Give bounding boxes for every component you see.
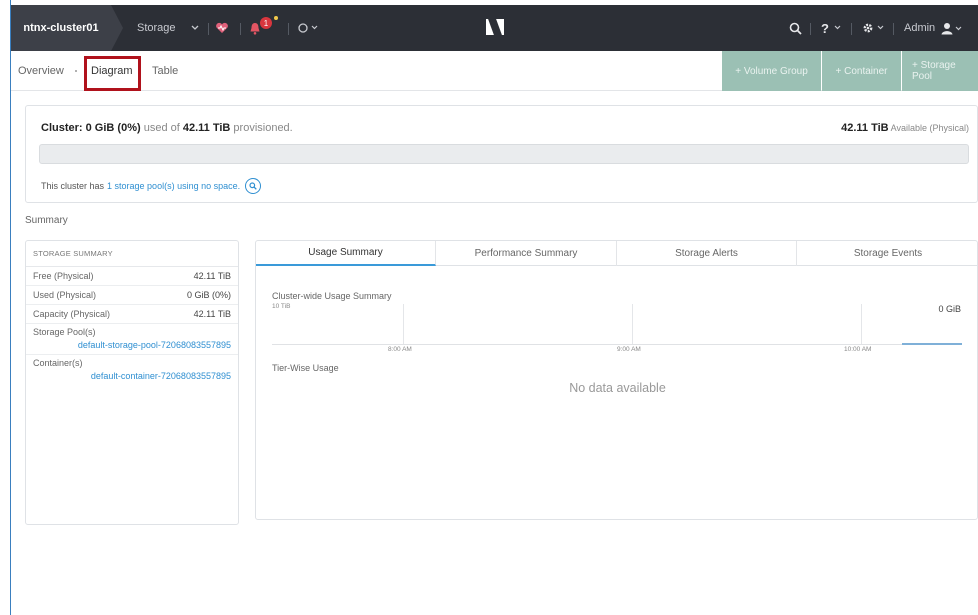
tab-storage-events[interactable]: Storage Events [797,241,978,266]
storage-pools-block: Storage Pool(s) default-storage-pool-720… [26,324,238,355]
add-volume-group-button[interactable]: + Volume Group [722,51,821,91]
containers-label: Container(s) [33,358,83,368]
add-storage-pool-button[interactable]: + Storage Pool [902,51,978,91]
cluster-usage-title: Cluster-wide Usage Summary [272,291,392,301]
container-link[interactable]: default-container-72068083557895 [33,371,231,381]
x-tick-label: 8:00 AM [388,346,412,353]
storage-menu-label: Storage [137,22,176,34]
tab-table[interactable]: Table [152,51,178,91]
tab-performance-summary[interactable]: Performance Summary [436,241,617,266]
cluster-name-arrow [111,5,123,51]
cluster-usage-line: Cluster: 0 GiB (0%) used of 42.11 TiB pr… [41,122,293,134]
diagram-tab-highlight [84,56,141,91]
warning-dot [274,16,278,20]
cluster-available: 42.11 TiB Available (Physical) [841,122,969,134]
x-tick-label: 10:00 AM [844,346,872,353]
divider [288,23,289,35]
user-menu[interactable]: Admin [904,5,963,51]
row-value: 0 GiB (0%) [186,290,231,300]
storage-summary-panel: STORAGE SUMMARY Free (Physical) 42.11 Ti… [25,240,239,525]
circle-icon[interactable] [298,5,320,51]
summary-row: Free (Physical) 42.11 TiB [26,267,238,286]
available-label: Available (Physical) [890,123,969,133]
row-label: Used (Physical) [33,290,97,300]
help-icon[interactable]: ? [821,5,845,51]
summary-row: Used (Physical) 0 GiB (0%) [26,286,238,305]
cluster-prefix: Cluster: [41,122,83,134]
divider [810,23,811,35]
summary-row: Capacity (Physical) 42.11 TiB [26,305,238,324]
user-name: Admin [904,22,936,34]
heart-icon[interactable] [215,5,229,51]
tab-storage-alerts[interactable]: Storage Alerts [617,241,797,266]
user-icon [941,22,962,34]
add-container-button[interactable]: + Container [822,51,901,91]
cluster-name[interactable]: ntnx-cluster01 [11,5,111,51]
x-tick-label: 9:00 AM [617,346,641,353]
tab-usage-summary[interactable]: Usage Summary [256,241,436,266]
summary-heading: Summary [25,215,68,226]
bell-icon[interactable] [249,5,261,51]
row-value: 42.11 TiB [193,309,231,319]
row-value: 42.11 TiB [193,271,231,281]
storage-pools-label: Storage Pool(s) [33,327,96,337]
svg-text:?: ? [821,21,829,35]
row-label: Free (Physical) [33,271,94,281]
tab-row: Usage Summary Performance Summary Storag… [256,241,978,266]
gridline [861,304,862,344]
gridline [403,304,404,344]
usage-series-line [902,343,962,345]
available-value: 42.11 TiB [841,122,889,134]
gear-icon[interactable] [861,5,887,51]
storage-pool-link[interactable]: 1 storage pool(s) using no space. [107,181,240,191]
cluster-capacity-panel: Cluster: 0 GiB (0%) used of 42.11 TiB pr… [25,105,978,203]
storage-summary-heading: STORAGE SUMMARY [26,241,238,267]
top-navigation-bar: ntnx-cluster01 Storage 1 ? Admin [11,5,978,51]
usage-chart [272,304,962,345]
cluster-usage-bar [39,144,969,164]
chevron-down-icon[interactable] [191,5,199,51]
storage-pool-link[interactable]: default-storage-pool-72068083557895 [33,340,231,350]
usage-tabs-panel: Usage Summary Performance Summary Storag… [255,240,978,520]
nutanix-logo[interactable] [486,19,504,35]
divider [893,23,894,35]
no-data-message: No data available [569,381,666,395]
tab-overview[interactable]: Overview [18,51,64,91]
note-prefix: This cluster has [41,181,105,191]
cluster-provisioned-label: provisioned. [233,122,293,134]
cluster-used-of: used of [143,122,180,134]
cluster-used: 0 GiB (0%) [85,122,141,134]
row-label: Capacity (Physical) [33,309,111,319]
alert-count-badge: 1 [260,17,272,29]
chart-baseline [272,344,962,345]
divider [240,23,241,35]
cluster-provisioned-total: 42.11 TiB [182,122,231,134]
gridline [632,304,633,344]
window-edge [10,0,11,615]
search-icon[interactable] [245,178,262,194]
containers-block: Container(s) default-container-720680835… [26,355,238,385]
divider [851,23,852,35]
divider [208,23,209,35]
search-icon[interactable] [789,5,802,51]
tier-wise-usage-label: Tier-Wise Usage [272,363,339,373]
storage-menu[interactable]: Storage [137,5,176,51]
divider [75,70,77,72]
storage-pool-note: This cluster has 1 storage pool(s) using… [41,178,262,194]
